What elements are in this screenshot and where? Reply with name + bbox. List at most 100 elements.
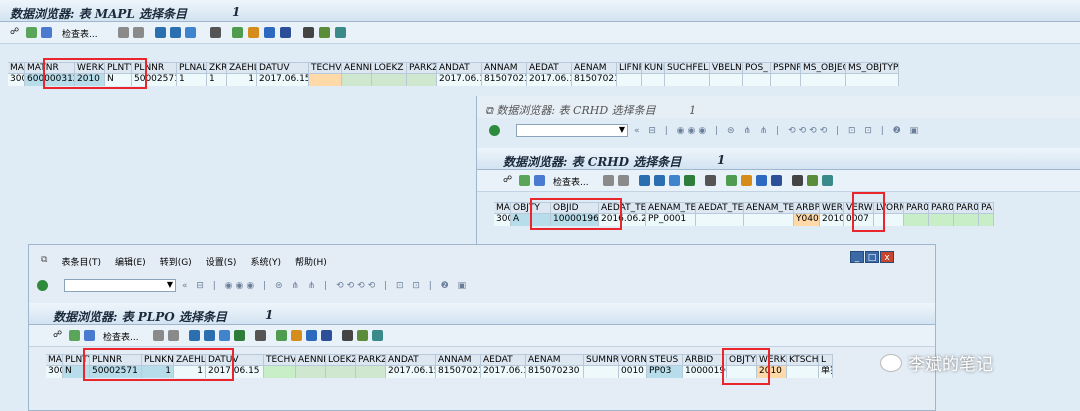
column-header-loekz[interactable]: LOEKZ [326,355,356,365]
column-header-par01[interactable]: PAR01 [904,203,929,213]
menu-edit[interactable]: 编辑(E) [115,255,146,268]
cell-datuv[interactable]: 2017.06.15 [257,74,309,86]
column-header-vornr[interactable]: VORNR [619,355,647,365]
glasses-icon[interactable]: ☍ [503,175,512,185]
column-header-matnr[interactable]: MATNR [25,63,75,73]
cell-plnnr[interactable]: 50002571 [90,366,142,378]
word-icon[interactable] [756,175,767,186]
cell-techv[interactable] [264,366,296,378]
column-header-datuv[interactable]: DATUV [206,355,264,365]
column-header-annam[interactable]: ANNAM [436,355,481,365]
cell-pos-[interactable] [743,74,771,86]
cell-lifnr[interactable] [617,74,642,86]
word-icon[interactable] [264,27,275,38]
cell-sumnr[interactable] [584,366,619,378]
cell-aedat[interactable]: 2017.06.15 [481,366,526,378]
graphic-icon[interactable] [232,27,243,38]
first-page-icon[interactable] [153,330,164,341]
column-header-werks[interactable]: WERKS [820,203,844,213]
cell-annam[interactable]: 815070230 [482,74,527,86]
settings-icon[interactable] [372,330,383,341]
excel-icon[interactable] [684,175,695,186]
column-header-techv[interactable]: TECHV [309,63,342,73]
first-page-icon[interactable] [603,175,614,186]
layout-icon[interactable] [771,175,782,186]
check-table-button[interactable]: 检查表... [62,27,98,40]
cell-arbpl[interactable]: Y0401 [794,214,820,226]
cell-man[interactable]: 300 [8,74,25,86]
cell-par01[interactable] [904,214,929,226]
column-header-objty[interactable]: OBJTY [511,203,551,213]
column-header-andat[interactable]: ANDAT [437,63,482,73]
column-header-vbeln[interactable]: VBELN [710,63,743,73]
column-header-aedat-tech[interactable]: AEDAT_TECH [696,203,744,213]
column-header-plnty[interactable]: PLNTY [63,355,90,365]
word-icon[interactable] [306,330,317,341]
column-header-aenam-tech[interactable]: AENAM_TECH [744,203,794,213]
column-header-verwe[interactable]: VERWE [844,203,874,213]
cell-objty[interactable] [727,366,757,378]
cell-werks[interactable]: 2010 [757,366,787,378]
cell-aenam-term[interactable]: PP_0001 [646,214,696,226]
column-header-lvorm[interactable]: LVORM [874,203,904,213]
last-page-icon[interactable] [618,175,629,186]
cell-andat[interactable]: 2017.06.15 [386,366,436,378]
column-header-aedat-term[interactable]: AEDAT_TERM [599,203,646,213]
column-header-aennr[interactable]: AENNR [342,63,372,73]
cell-aenam[interactable]: 815070230 [572,74,617,86]
export-icon[interactable] [291,330,302,341]
plpo-grid-row[interactable]: 300N50002571112017.06.152017.06.15815070… [46,366,833,378]
last-page-icon[interactable] [168,330,179,341]
cell-lvorm[interactable] [874,214,904,226]
column-header-aenam[interactable]: AENAM [572,63,617,73]
menu-goto[interactable]: 转到(G) [160,255,192,268]
check-table-button[interactable]: 检查表... [103,330,139,343]
cell-objid[interactable]: 10000196 [551,214,599,226]
column-header-annam[interactable]: ANNAM [482,63,527,73]
cell-ktsch[interactable] [787,366,819,378]
column-header-andat[interactable]: ANDAT [386,355,436,365]
column-header-ms-object[interactable]: MS_OBJECT [801,63,846,73]
cell-arbid[interactable]: 10000196 [683,366,727,378]
filter-icon[interactable] [534,175,545,186]
cell-objty[interactable]: A [511,214,551,226]
cell-man[interactable]: 300 [46,366,63,378]
cell-ms-objtype[interactable] [846,74,899,86]
filter-set-icon[interactable] [185,27,196,38]
graphic-icon[interactable] [276,330,287,341]
column-header-parkz[interactable]: PARKZ [407,63,437,73]
grid-icon[interactable] [303,27,314,38]
column-header-plnty[interactable]: PLNTY [105,63,132,73]
filter-icon[interactable] [41,27,52,38]
column-header-pa[interactable]: PA [979,203,994,213]
close-icon[interactable]: x [880,251,894,263]
sort-asc-icon[interactable] [639,175,650,186]
filter-icon[interactable] [84,330,95,341]
filter-set-icon[interactable] [669,175,680,186]
cell-plnkn[interactable]: 1 [142,366,174,378]
glasses-icon[interactable]: ☍ [10,27,19,37]
column-header-par03[interactable]: PAR03 [954,203,979,213]
last-page-icon[interactable] [133,27,144,38]
cell-ms-object[interactable] [801,74,846,86]
menu-system[interactable]: 系统(Y) [250,255,281,268]
cell-loekz[interactable] [326,366,356,378]
column-header-man[interactable]: MAN [8,63,25,73]
maximize-icon[interactable]: □ [865,251,879,263]
column-header-aennr[interactable]: AENNR [296,355,326,365]
column-header-werks[interactable]: WERKS [75,63,105,73]
menu-table-entry[interactable]: 表条目(T) [61,255,101,268]
cell-aenam-tech[interactable] [744,214,794,226]
column-header-werks[interactable]: WERKS [757,355,787,365]
column-header-datuv[interactable]: DATUV [257,63,309,73]
column-header-plnnr[interactable]: PLNNR [132,63,177,73]
cell-par02[interactable] [929,214,954,226]
cell-l[interactable]: 单实 [819,366,833,378]
cell-plnty[interactable]: N [63,366,90,378]
column-header-ktsch[interactable]: KTSCH [787,355,819,365]
cell-techv[interactable] [309,74,342,86]
column-header-pos-[interactable]: POS_ [743,63,771,73]
toolbar-icons[interactable]: « ⊟ | ◉◉◉ | ⊜ ⋔ ⋔ | ⟲⟲⟲⟲ | ⊡ ⊡ | ❷ ▣ [182,281,469,291]
column-icon[interactable] [319,27,330,38]
column-icon[interactable] [807,175,818,186]
